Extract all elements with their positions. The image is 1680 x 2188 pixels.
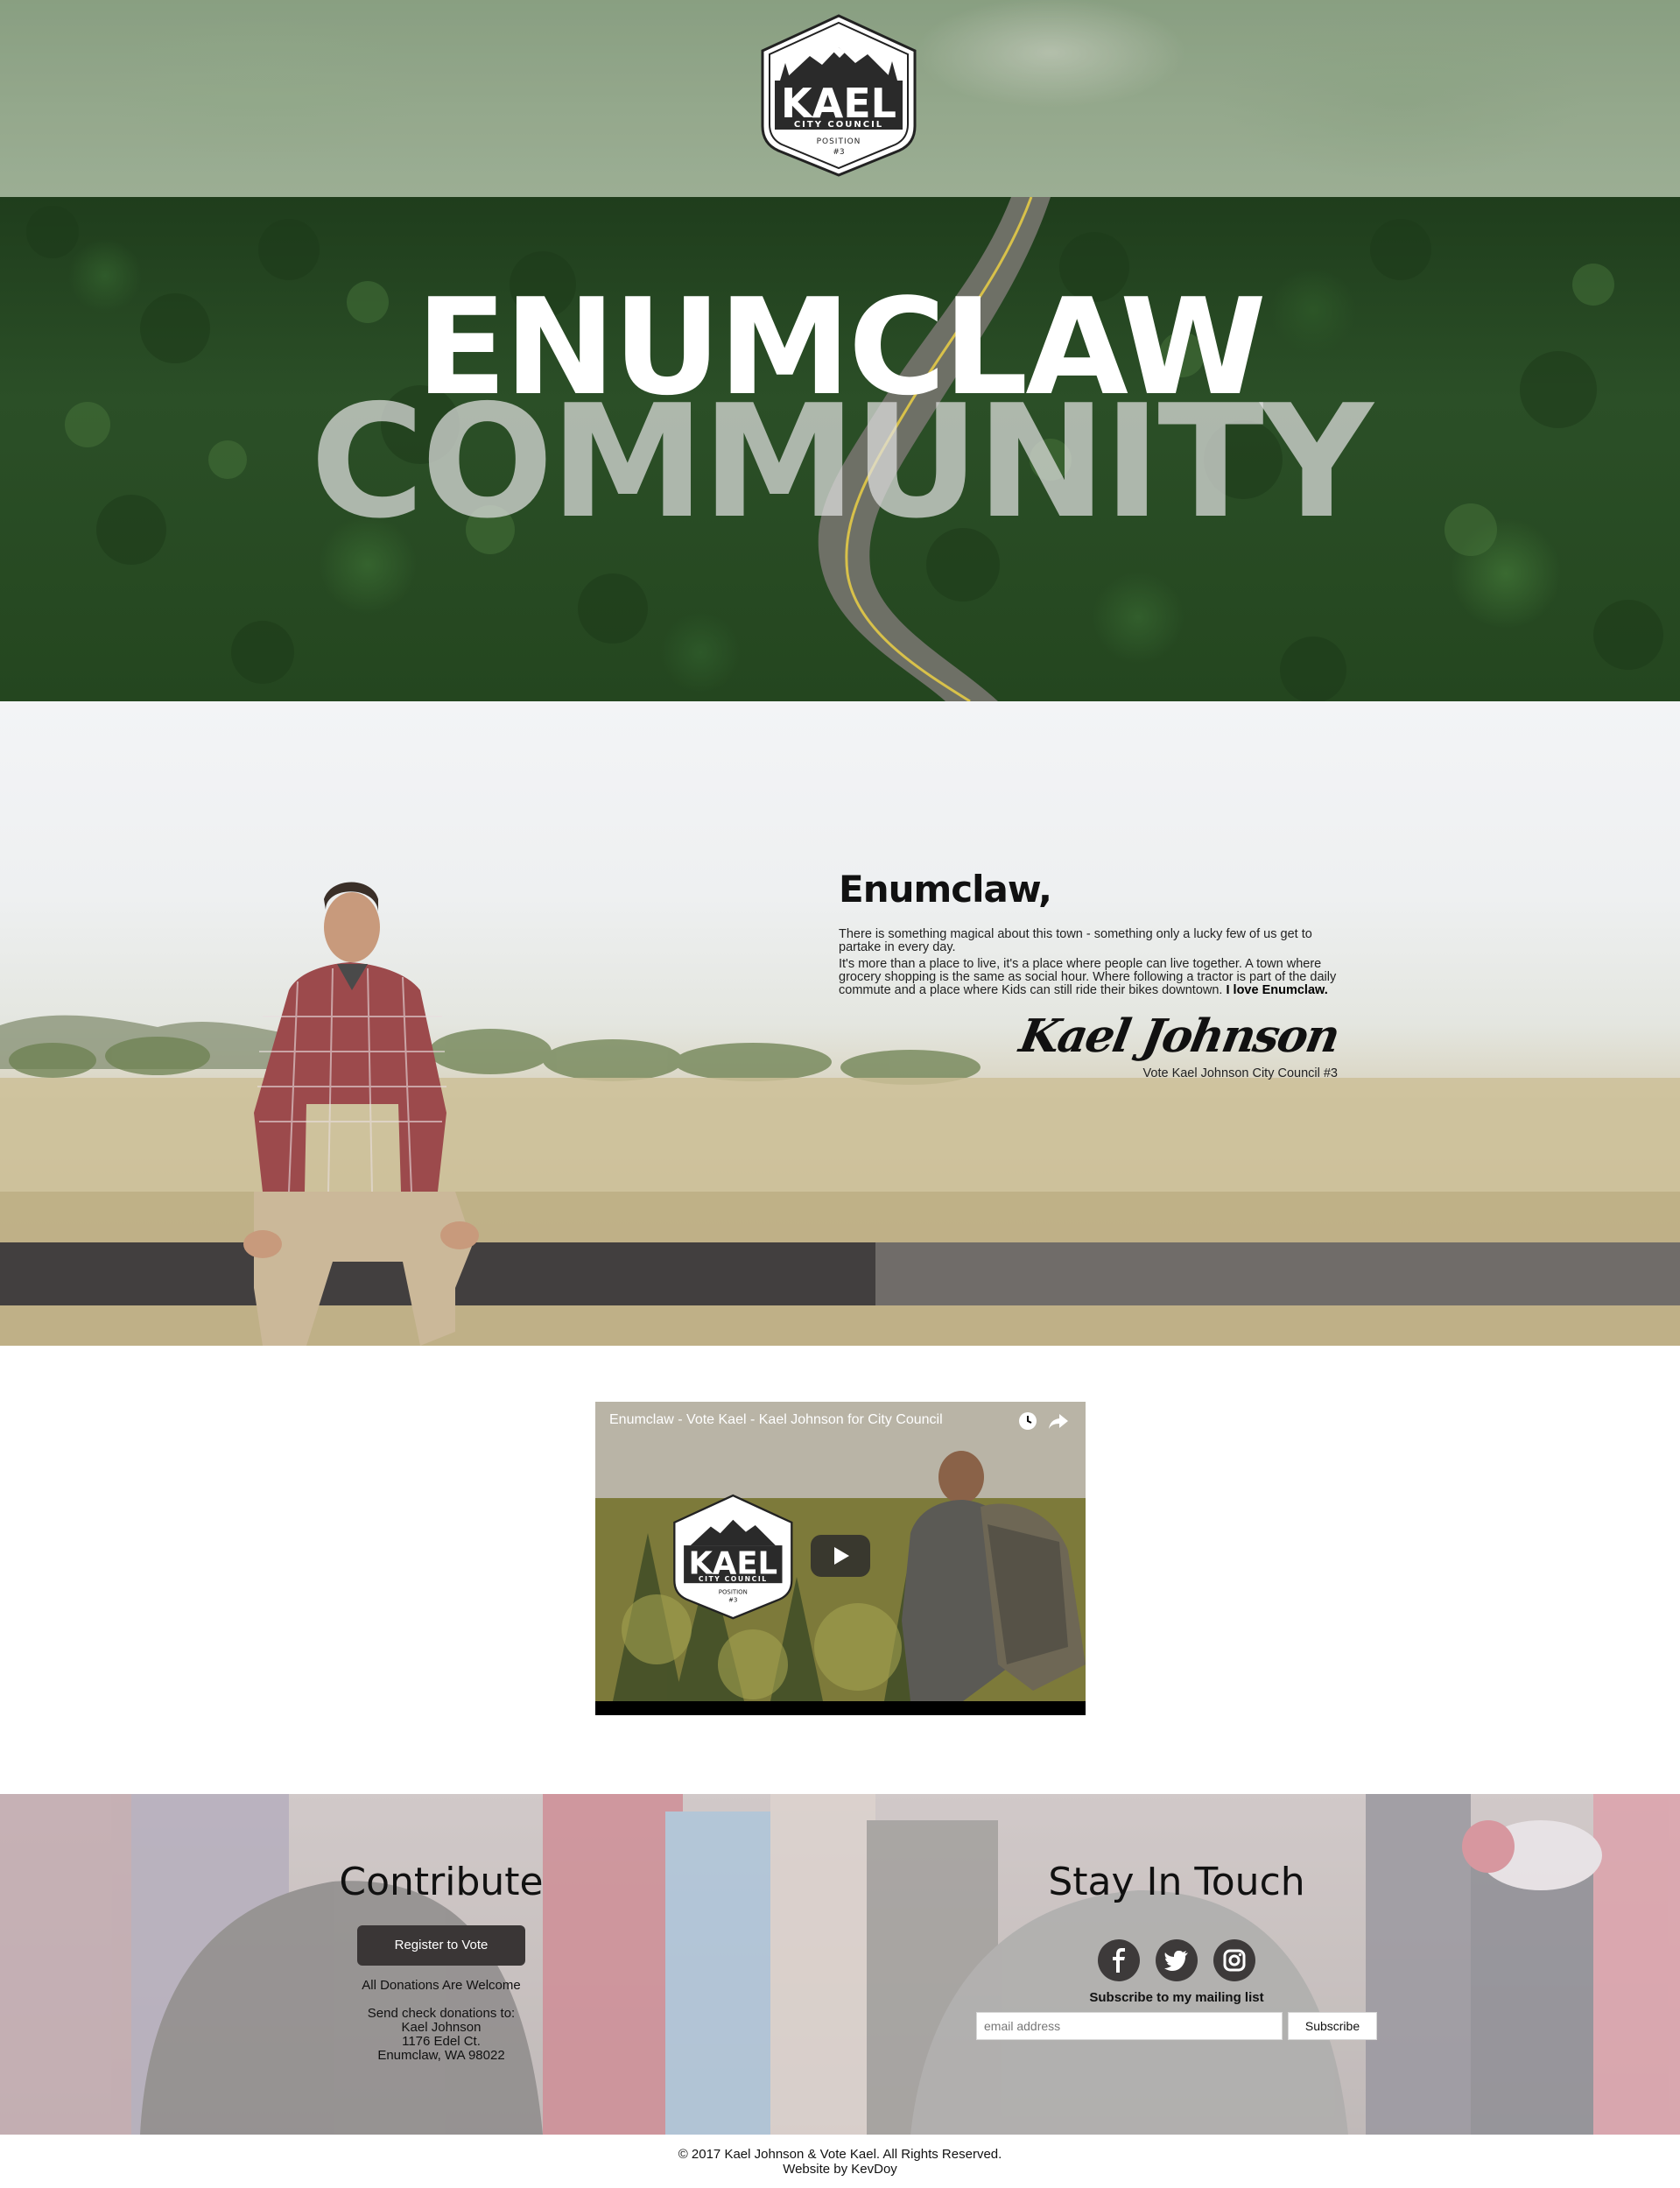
svg-text:POSITION: POSITION (719, 1589, 748, 1596)
svg-text:CITY COUNCIL: CITY COUNCIL (699, 1575, 768, 1583)
share-icon[interactable] (1047, 1411, 1070, 1432)
twitter-icon[interactable] (1156, 1939, 1198, 1981)
about-paragraph-2-bold: I love Enumclaw. (1226, 983, 1328, 997)
play-button-icon[interactable] (811, 1535, 870, 1577)
website-credit[interactable]: Website by KevDoy (0, 2162, 1680, 2177)
svg-text:#3: #3 (728, 1597, 737, 1604)
signature: Kael Johnson (1016, 1010, 1343, 1063)
stay-in-touch-column: Stay In Touch Subscribe to my mailing li… (914, 1860, 1439, 2040)
address-line: Send check donations to: (367, 2006, 516, 2021)
about-title: Enumclaw, (839, 868, 1052, 911)
about-section: Enumclaw, There is something magical abo… (0, 701, 1680, 1346)
kael-city-council-logo[interactable]: KAEL CITY COUNCIL POSITION #3 (749, 12, 929, 177)
instagram-icon[interactable] (1213, 1939, 1255, 1981)
subscribe-button[interactable]: Subscribe (1288, 2012, 1377, 2040)
video-title[interactable]: Enumclaw - Vote Kael - Kael Johnson for … (609, 1412, 943, 1428)
about-paragraph-1: There is something magical about this to… (839, 927, 1312, 954)
about-paragraph-2: It's more than a place to live, it's a p… (839, 958, 1338, 997)
signature-caption: Vote Kael Johnson City Council #3 (1142, 1066, 1338, 1080)
svg-text:CITY COUNCIL: CITY COUNCIL (794, 120, 883, 130)
facebook-icon[interactable] (1098, 1939, 1140, 1981)
social-links (914, 1939, 1439, 1981)
donations-text: All Donations Are Welcome (362, 1978, 521, 1993)
contribute-heading: Contribute (339, 1860, 544, 1904)
subscribe-form: Subscribe (914, 2012, 1439, 2040)
hero-word-enumclaw: ENUMCLAW (416, 270, 1267, 425)
about-text-block: Enumclaw, There is something magical abo… (839, 868, 1342, 1080)
site-header: KAEL CITY COUNCIL POSITION #3 (0, 0, 1680, 197)
email-input[interactable] (976, 2012, 1283, 2040)
donation-address: Send check donations to: Kael Johnson 11… (266, 2007, 616, 2063)
svg-text:POSITION: POSITION (817, 137, 861, 146)
contribute-column: Contribute Register to Vote All Donation… (266, 1860, 616, 2063)
register-to-vote-button[interactable]: Register to Vote (357, 1925, 525, 1966)
svg-text:#3: #3 (833, 148, 844, 157)
watch-later-icon[interactable] (1017, 1411, 1038, 1432)
address-line: Kael Johnson (401, 2020, 482, 2035)
video-player[interactable]: KAEL CITY COUNCIL POSITION #3 Enumclaw -… (595, 1402, 1086, 1715)
hero-banner: COMMUNITY ENUMCLAW (0, 197, 1680, 701)
contribute-section: Contribute Register to Vote All Donation… (0, 1794, 1680, 2135)
stay-in-touch-heading: Stay In Touch (1048, 1860, 1305, 1904)
address-line: Enumclaw, WA 98022 (377, 2048, 505, 2063)
subscribe-label: Subscribe to my mailing list (1089, 1990, 1264, 2005)
address-line: 1176 Edel Ct. (402, 2034, 481, 2049)
copyright-text: © 2017 Kael Johnson & Vote Kael. All Rig… (678, 2147, 1002, 2162)
site-footer: © 2017 Kael Johnson & Vote Kael. All Rig… (0, 2147, 1680, 2177)
